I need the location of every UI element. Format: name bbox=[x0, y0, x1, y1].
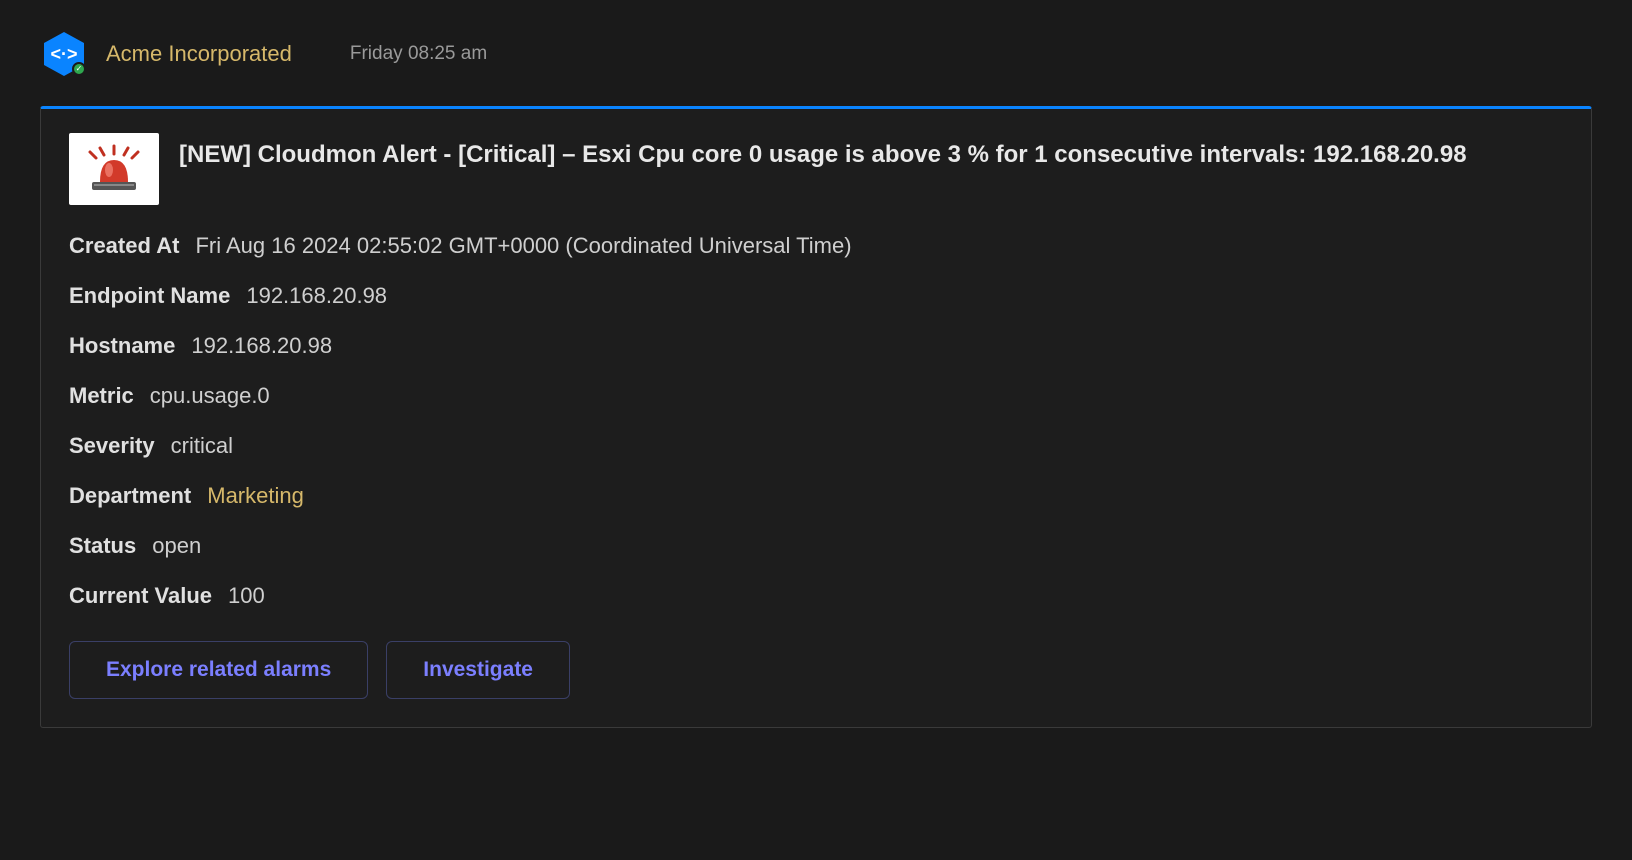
field-value: 100 bbox=[228, 583, 265, 609]
alert-title-row: [NEW] Cloudmon Alert - [Critical] – Esxi… bbox=[69, 133, 1563, 205]
header-bar: <·> Acme Incorporated Friday 08:25 am bbox=[40, 30, 1592, 78]
field-value: 192.168.20.98 bbox=[191, 333, 332, 359]
field-label: Hostname bbox=[69, 333, 175, 359]
company-logo: <·> bbox=[40, 30, 88, 78]
action-row: Explore related alarms Investigate bbox=[69, 641, 1563, 699]
field-severity: Severity critical bbox=[69, 433, 1563, 459]
investigate-button[interactable]: Investigate bbox=[386, 641, 570, 699]
field-label: Current Value bbox=[69, 583, 212, 609]
field-metric: Metric cpu.usage.0 bbox=[69, 383, 1563, 409]
field-label: Metric bbox=[69, 383, 134, 409]
field-label: Department bbox=[69, 483, 191, 509]
explore-related-alarms-button[interactable]: Explore related alarms bbox=[69, 641, 368, 699]
field-value: cpu.usage.0 bbox=[150, 383, 270, 409]
field-value: open bbox=[152, 533, 201, 559]
field-value: Marketing bbox=[207, 483, 304, 509]
company-name: Acme Incorporated bbox=[106, 41, 292, 67]
field-value: 192.168.20.98 bbox=[246, 283, 387, 309]
field-endpoint-name: Endpoint Name 192.168.20.98 bbox=[69, 283, 1563, 309]
field-value: Fri Aug 16 2024 02:55:02 GMT+0000 (Coord… bbox=[195, 233, 851, 259]
alert-card: [NEW] Cloudmon Alert - [Critical] – Esxi… bbox=[40, 106, 1592, 728]
status-online-icon bbox=[72, 62, 86, 76]
field-status: Status open bbox=[69, 533, 1563, 559]
field-label: Severity bbox=[69, 433, 155, 459]
field-label: Endpoint Name bbox=[69, 283, 230, 309]
alert-title: [NEW] Cloudmon Alert - [Critical] – Esxi… bbox=[179, 133, 1467, 170]
field-value: critical bbox=[171, 433, 233, 459]
svg-text:<·>: <·> bbox=[50, 44, 77, 64]
field-created-at: Created At Fri Aug 16 2024 02:55:02 GMT+… bbox=[69, 233, 1563, 259]
siren-icon bbox=[69, 133, 159, 205]
field-hostname: Hostname 192.168.20.98 bbox=[69, 333, 1563, 359]
field-label: Status bbox=[69, 533, 136, 559]
field-label: Created At bbox=[69, 233, 179, 259]
field-department: Department Marketing bbox=[69, 483, 1563, 509]
field-current-value: Current Value 100 bbox=[69, 583, 1563, 609]
header-timestamp: Friday 08:25 am bbox=[350, 43, 487, 65]
